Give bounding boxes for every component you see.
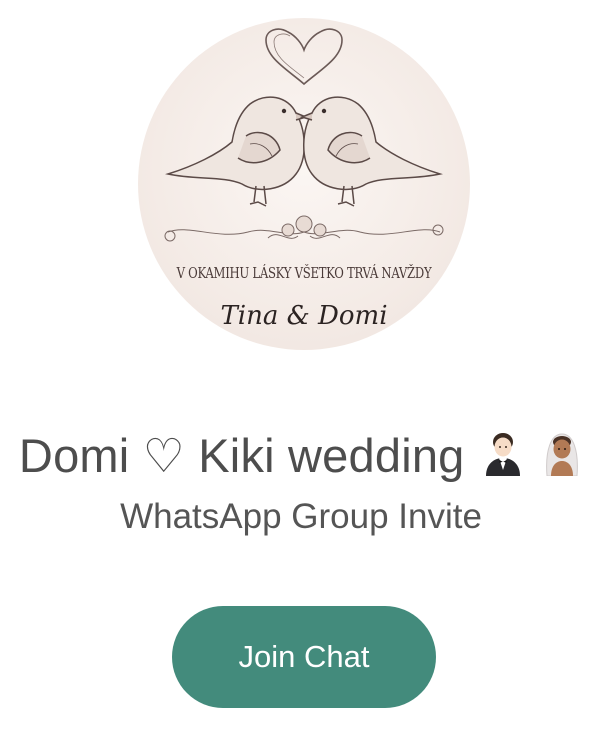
group-avatar: V OKAMIHU LÁSKY VŠETKO TRVÁ NAVŽDY Tina … [138,18,470,350]
heart-icon [265,28,343,86]
group-subtitle: WhatsApp Group Invite [120,497,482,536]
join-chat-button[interactable]: Join Chat [172,606,436,708]
groom-emoji-icon [482,430,524,487]
group-title-text: Domi ♡ Kiki wedding [18,429,465,482]
avatar-signature: Tina & Domi [220,301,388,331]
left-bird-icon [165,96,309,207]
group-avatar-image: V OKAMIHU LÁSKY VŠETKO TRVÁ NAVŽDY Tina … [138,18,470,350]
group-title: Domi ♡ Kiki wedding [0,428,602,487]
floral-flourish-icon [164,215,444,242]
right-bird-icon [299,96,443,207]
avatar-motto: V OKAMIHU LÁSKY VŠETKO TRVÁ NAVŽDY [176,264,432,282]
bride-with-veil-emoji-icon [541,430,583,487]
